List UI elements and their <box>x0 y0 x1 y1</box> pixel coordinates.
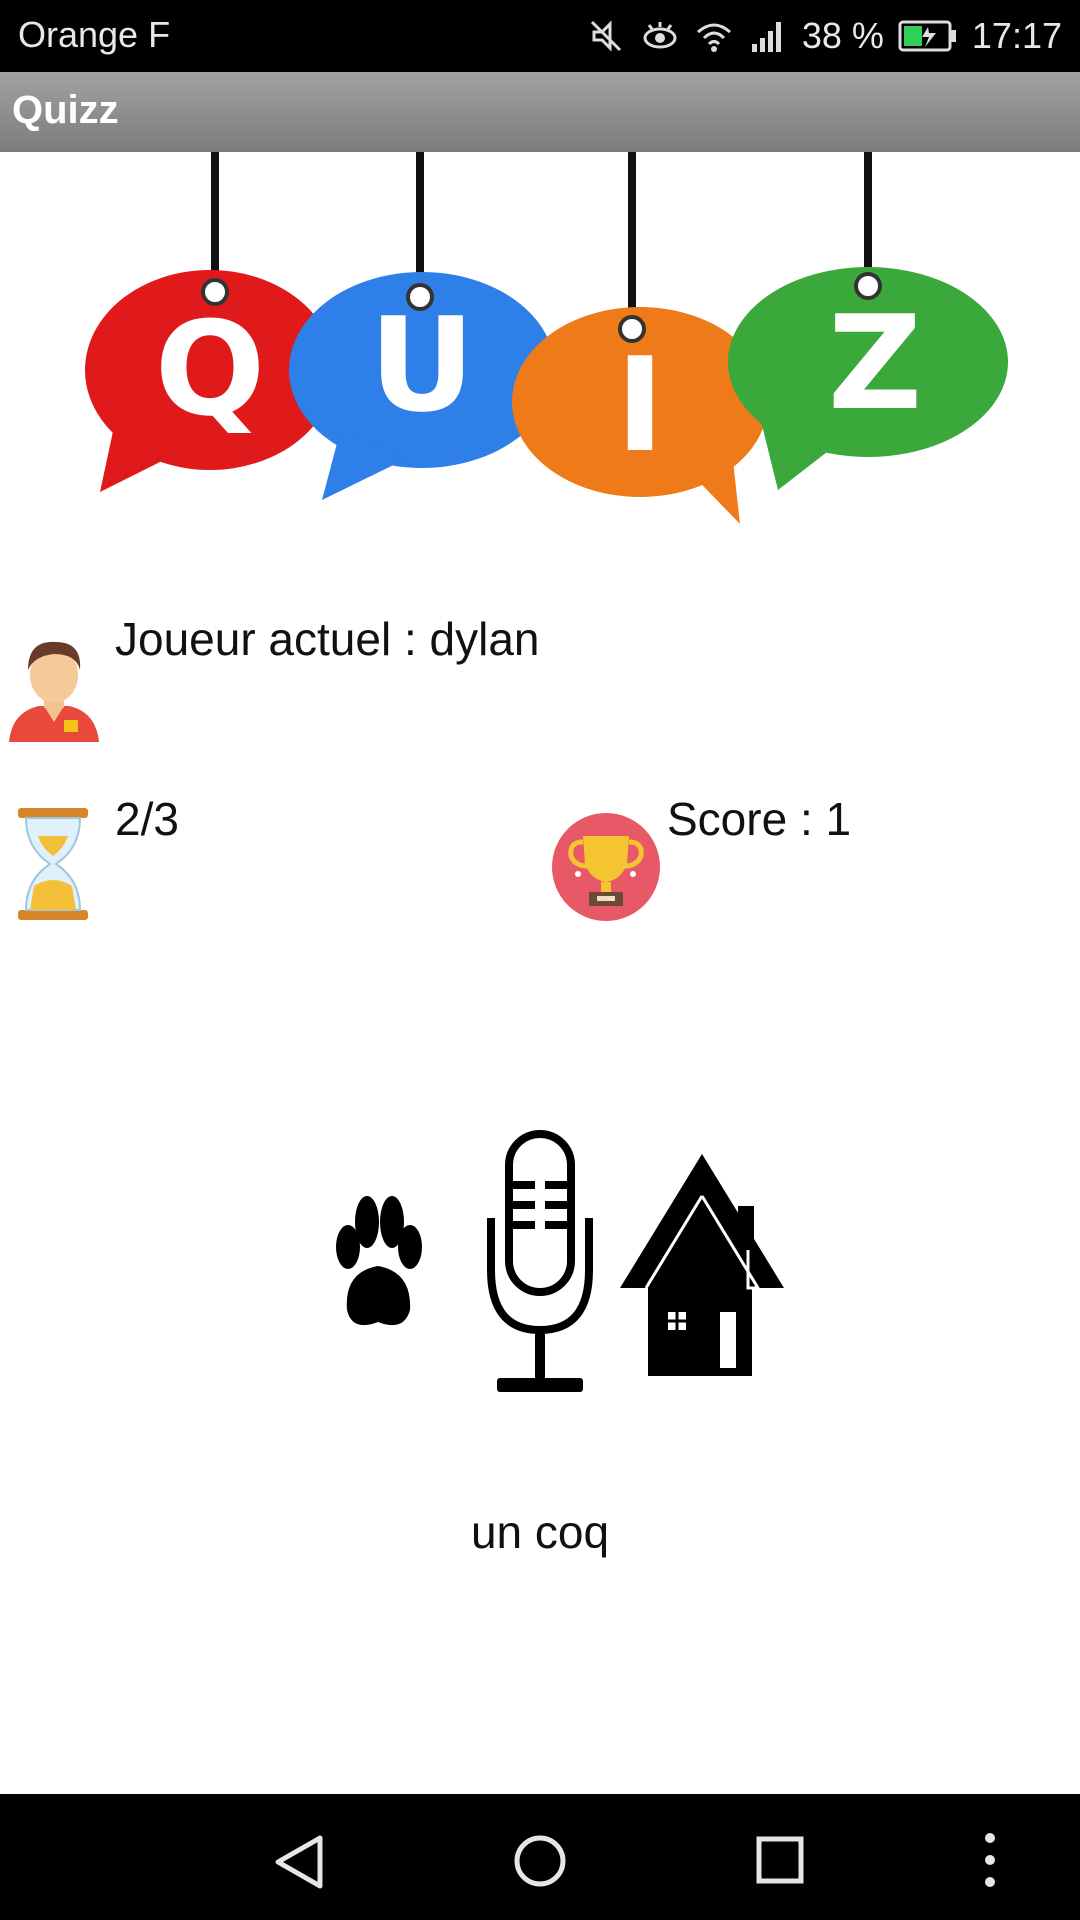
current-player-label: Joueur actuel : dylan <box>115 613 540 665</box>
mute-icon <box>590 20 621 52</box>
recents-button[interactable] <box>756 1836 804 1884</box>
wifi-icon <box>696 23 731 52</box>
battery-icon <box>898 20 956 52</box>
answer-text: un coq <box>470 1506 610 1558</box>
score-label: Score : 1 <box>667 793 852 845</box>
status-bar: Orange F 38 % 17:17 <box>0 0 1080 72</box>
signal-icon <box>751 22 781 52</box>
back-button[interactable] <box>272 1834 326 1890</box>
banner-letter-q: Q <box>155 293 266 445</box>
app-title: Quizz <box>12 88 119 132</box>
navigation-bar <box>0 1794 1080 1920</box>
title-bar: Quizz <box>0 72 1080 152</box>
hourglass-icon <box>18 808 88 920</box>
quiz-banner-logo: Q U I Z <box>85 152 1008 524</box>
question-progress: 2/3 <box>115 793 179 845</box>
paw-icon <box>336 1196 422 1326</box>
player-avatar-icon <box>9 641 99 742</box>
more-button[interactable] <box>978 1830 1002 1890</box>
carrier-name: Orange F <box>18 14 171 55</box>
banner-letter-z: Z <box>828 287 922 439</box>
bubble-i: I <box>512 307 768 524</box>
house-icon <box>620 1154 784 1376</box>
home-button[interactable] <box>513 1834 567 1888</box>
trophy-icon <box>552 813 660 921</box>
eye-icon <box>643 22 677 49</box>
banner-letter-u: U <box>369 289 475 441</box>
banner-letter-i: I <box>616 329 664 481</box>
bubble-z: Z <box>728 267 1008 490</box>
microphone-icon <box>487 1130 593 1392</box>
battery-percent: 38 % <box>801 15 884 56</box>
status-icons: 38 % 17:17 <box>586 12 1062 60</box>
clock: 17:17 <box>971 15 1062 56</box>
